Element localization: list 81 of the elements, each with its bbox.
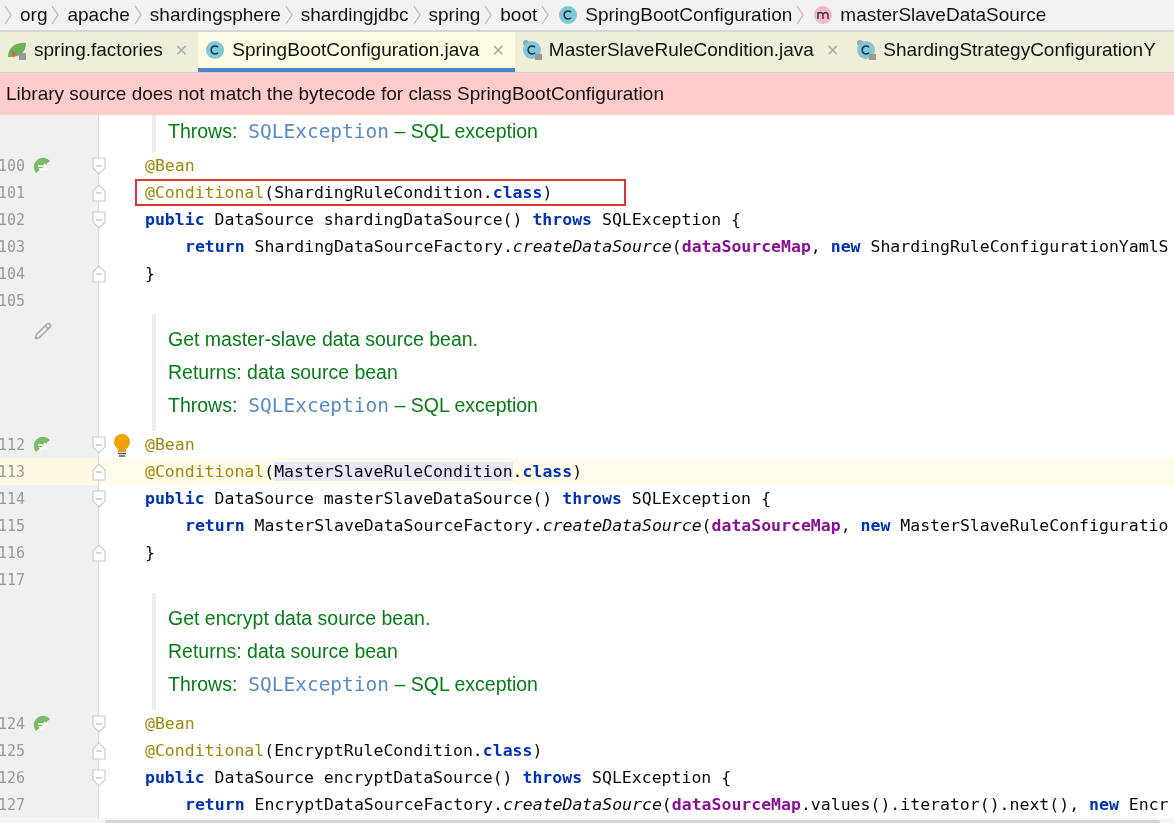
fold-marker-icon[interactable] <box>92 714 106 733</box>
line-number: 113 <box>0 462 23 481</box>
class-icon <box>204 39 227 61</box>
code-line: return ShardingDataSourceFactory.createDataSource(dataSourceMap, new ShardingRuleConfigurationYamlS <box>185 237 1169 256</box>
exception-link[interactable]: SQLException <box>248 120 390 143</box>
code-line: return MasterSlaveDataSourceFactory.createDataSource(dataSourceMap, new MasterSlaveRuleConfiguratio <box>185 516 1169 535</box>
doc-text: Returns: data source bean <box>168 361 398 384</box>
warning-banner: Library source does not match the bytecode for class SpringBootConfiguration <box>0 73 1174 115</box>
fold-marker-icon[interactable] <box>92 435 106 454</box>
code-line: public DataSource masterSlaveDataSource() throws SQLException { <box>145 489 771 508</box>
class-icon <box>557 4 580 26</box>
editor-tab[interactable]: SpringBootConfiguration.java ✕ <box>198 32 515 72</box>
chevron-icon <box>540 4 551 26</box>
fold-marker-icon[interactable] <box>92 543 106 562</box>
breadcrumb-item[interactable]: org <box>20 4 48 26</box>
exception-link[interactable]: SQLException <box>248 673 390 696</box>
line-number: 105 <box>0 291 23 310</box>
chevron-icon <box>411 4 422 26</box>
doc-text: – SQL exception <box>393 673 538 696</box>
lightbulb-icon[interactable] <box>113 432 131 457</box>
code-line: @Bean <box>145 714 195 733</box>
fold-marker-icon[interactable] <box>92 264 106 283</box>
code-line: @Conditional(ShardingRuleCondition.class) <box>145 183 553 202</box>
line-number: 114 <box>0 489 23 508</box>
locked-class-icon <box>520 39 543 61</box>
edit-icon[interactable] <box>34 322 52 340</box>
line-number: 115 <box>0 516 23 535</box>
breadcrumb-item[interactable]: spring <box>428 4 481 26</box>
method-icon <box>812 4 835 26</box>
code-line: public DataSource encryptDataSource() throws SQLException { <box>145 768 732 787</box>
doc-text: – SQL exception <box>393 120 538 143</box>
code-line: @Bean <box>145 156 195 175</box>
line-number: 116 <box>0 543 23 562</box>
locked-class-icon <box>855 39 878 61</box>
editor-tab[interactable]: ShardingStrategyConfigurationY <box>849 32 1166 72</box>
breadcrumb-item[interactable]: shardingsphere <box>149 4 281 26</box>
line-number: 127 <box>0 795 23 814</box>
fold-marker-icon[interactable] <box>92 768 106 787</box>
breadcrumb-item[interactable]: SpringBootConfiguration <box>557 4 793 26</box>
line-number: 112 <box>0 435 23 454</box>
line-number: 126 <box>0 768 23 787</box>
line-number: 124 <box>0 714 23 733</box>
chevron-icon <box>283 4 294 26</box>
code-line: } <box>145 264 155 283</box>
line-number: 125 <box>0 741 23 760</box>
chevron-icon <box>50 4 61 26</box>
code-line: } <box>145 543 155 562</box>
doc-text: Throws: <box>168 120 239 143</box>
chevron-icon <box>132 4 143 26</box>
fold-marker-icon[interactable] <box>92 156 106 175</box>
doc-text: Returns: data source bean <box>168 640 398 663</box>
breadcrumb-item[interactable]: masterSlaveDataSource <box>812 4 1047 26</box>
fold-marker-icon[interactable] <box>92 183 106 202</box>
code-line: public DataSource shardingDataSource() throws SQLException { <box>145 210 742 229</box>
line-number: 100 <box>0 156 23 175</box>
exception-link[interactable]: SQLException <box>248 394 390 417</box>
fold-marker-icon[interactable] <box>92 741 106 760</box>
doc-text: Throws: <box>168 673 239 696</box>
fold-marker-icon[interactable] <box>92 462 106 481</box>
breadcrumb-item[interactable]: shardingjdbc <box>300 4 409 26</box>
fold-marker-icon[interactable] <box>92 489 106 508</box>
line-number: 102 <box>0 210 23 229</box>
chevron-icon <box>3 4 13 26</box>
breadcrumb-item[interactable]: boot <box>500 4 538 26</box>
chevron-icon <box>795 4 806 26</box>
editor-tab[interactable]: spring.factories ✕ <box>0 32 199 72</box>
code-line: @Bean <box>145 435 195 454</box>
doc-text: Get encrypt data source bean. <box>168 607 431 630</box>
editor-tab[interactable]: MasterSlaveRuleCondition.java ✕ <box>514 32 850 72</box>
line-number: 117 <box>0 570 23 589</box>
fold-marker-icon[interactable] <box>92 210 106 229</box>
doc-text: – SQL exception <box>393 394 538 417</box>
line-number: 103 <box>0 237 23 256</box>
line-number: 101 <box>0 183 23 202</box>
doc-text: Get master-slave data source bean. <box>168 328 478 351</box>
breadcrumb-item[interactable]: apache <box>67 4 130 26</box>
code-line: return EncryptDataSourceFactory.createDataSource(dataSourceMap.values().iterator().next(), new Encr <box>185 795 1169 814</box>
line-number: 104 <box>0 264 23 283</box>
chevron-icon <box>483 4 494 26</box>
code-line: @Conditional(EncryptRuleCondition.class) <box>145 741 543 760</box>
doc-text: Throws: <box>168 394 239 417</box>
